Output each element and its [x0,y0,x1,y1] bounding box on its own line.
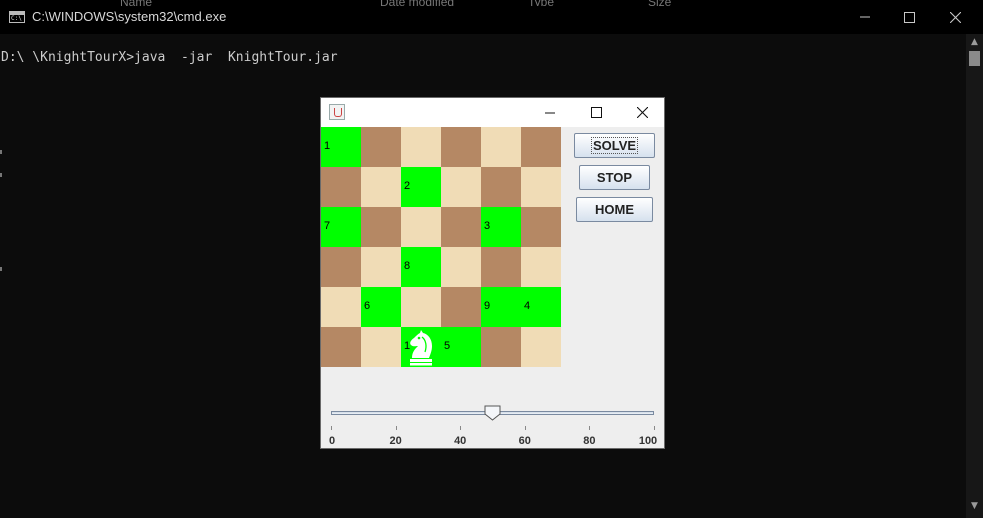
board-square[interactable] [481,247,521,287]
board-square[interactable] [401,207,441,247]
console-scrollbar[interactable]: ▲ ▼ [966,34,983,518]
board-square[interactable] [361,127,401,167]
board-square[interactable] [481,127,521,167]
background-header-size: Size [648,0,671,6]
chess-board[interactable]: 1273869415 [321,127,561,367]
board-square[interactable]: 3 [481,207,521,247]
board-square[interactable] [441,127,481,167]
board-square[interactable] [441,207,481,247]
slider-tick [654,426,655,430]
board-square[interactable] [401,127,441,167]
knight-tour-window: 1273869415 SOLVE STOP HOME 0 20 40 60 80 100 [320,97,665,449]
board-square[interactable] [521,127,561,167]
board-square[interactable] [321,247,361,287]
java-minimize-button[interactable] [527,98,573,127]
slider-tick-label: 60 [518,435,531,447]
board-square[interactable]: 6 [361,287,401,327]
move-number: 5 [444,340,451,352]
move-number: 6 [364,300,371,312]
console-titlebar[interactable]: Name Date modified Type Size C:\ C:\WIND… [0,0,983,34]
board-square[interactable]: 7 [321,207,361,247]
console-prompt-line[interactable]: D:\ \KnightTourX>java -jar KnightTour.ja… [1,50,338,65]
board-square[interactable]: 4 [521,287,561,327]
board-square[interactable] [521,167,561,207]
close-icon [949,11,961,23]
stop-button[interactable]: STOP [579,165,650,190]
stop-button-label: STOP [596,170,633,185]
close-icon [636,107,648,118]
move-number: 3 [484,220,491,232]
close-button[interactable] [932,0,978,34]
board-square[interactable] [361,247,401,287]
java-coffee-icon [329,104,345,120]
board-square[interactable] [321,167,361,207]
minimize-icon [545,112,555,113]
board-square[interactable] [441,247,481,287]
slider-tick-label: 100 [638,435,658,447]
cmd-icon-text: C:\ [11,15,22,22]
maximize-icon [903,11,915,23]
background-header-name: Name [120,0,152,6]
board-square[interactable] [521,207,561,247]
move-number: 2 [404,180,411,192]
board-square[interactable]: 2 [401,167,441,207]
scrollbar-thumb[interactable] [969,51,980,66]
home-button-label: HOME [595,202,634,217]
minimize-button[interactable] [842,0,888,34]
java-titlebar[interactable] [321,98,664,127]
slider-tick [331,426,332,430]
board-square[interactable] [321,327,361,367]
board-square[interactable]: 5 [441,327,481,367]
maximize-button[interactable] [886,0,932,34]
solve-button-label: SOLVE [590,137,639,154]
slider-tick [589,426,591,430]
background-header-date: Date modified [380,0,454,6]
board-square[interactable] [401,287,441,327]
speed-slider-thumb[interactable] [484,405,501,421]
slider-tick-label: 0 [328,435,336,447]
java-maximize-button[interactable] [573,98,619,127]
board-square[interactable]: 1 [401,327,441,367]
board-square[interactable] [441,287,481,327]
board-square[interactable]: 1 [321,127,361,167]
minimize-icon [860,16,870,18]
board-square[interactable] [361,327,401,367]
cmd-icon: C:\ [9,11,25,23]
board-square[interactable] [481,167,521,207]
edge-mark [0,150,2,154]
edge-mark [0,173,2,177]
background-header-type: Type [528,0,554,6]
move-number: 1 [324,140,331,152]
solve-button[interactable]: SOLVE [574,133,655,158]
board-square[interactable] [361,167,401,207]
board-square[interactable] [321,287,361,327]
scroll-down-arrow-icon[interactable]: ▼ [966,498,983,514]
board-square[interactable] [521,247,561,287]
scroll-up-arrow-icon[interactable]: ▲ [966,34,983,50]
java-close-button[interactable] [619,98,664,127]
slider-tick [395,426,397,430]
move-number: 8 [404,260,411,272]
maximize-icon [590,107,602,118]
board-square[interactable] [441,167,481,207]
slider-tick [524,426,526,430]
home-button[interactable]: HOME [576,197,653,222]
move-number: 7 [324,220,331,232]
move-number: 4 [524,300,531,312]
edge-mark [0,267,2,271]
board-square[interactable] [521,327,561,367]
board-square[interactable] [361,207,401,247]
slider-tick-label: 40 [454,435,467,447]
move-number: 9 [484,300,491,312]
board-square[interactable] [481,327,521,367]
slider-tick-label: 80 [583,435,596,447]
slider-tick [460,426,462,430]
slider-tick-label: 20 [389,435,402,447]
board-square[interactable]: 9 [481,287,521,327]
knight-icon [410,330,432,366]
console-window-title: C:\WINDOWS\system32\cmd.exe [32,9,227,24]
board-square[interactable]: 8 [401,247,441,287]
